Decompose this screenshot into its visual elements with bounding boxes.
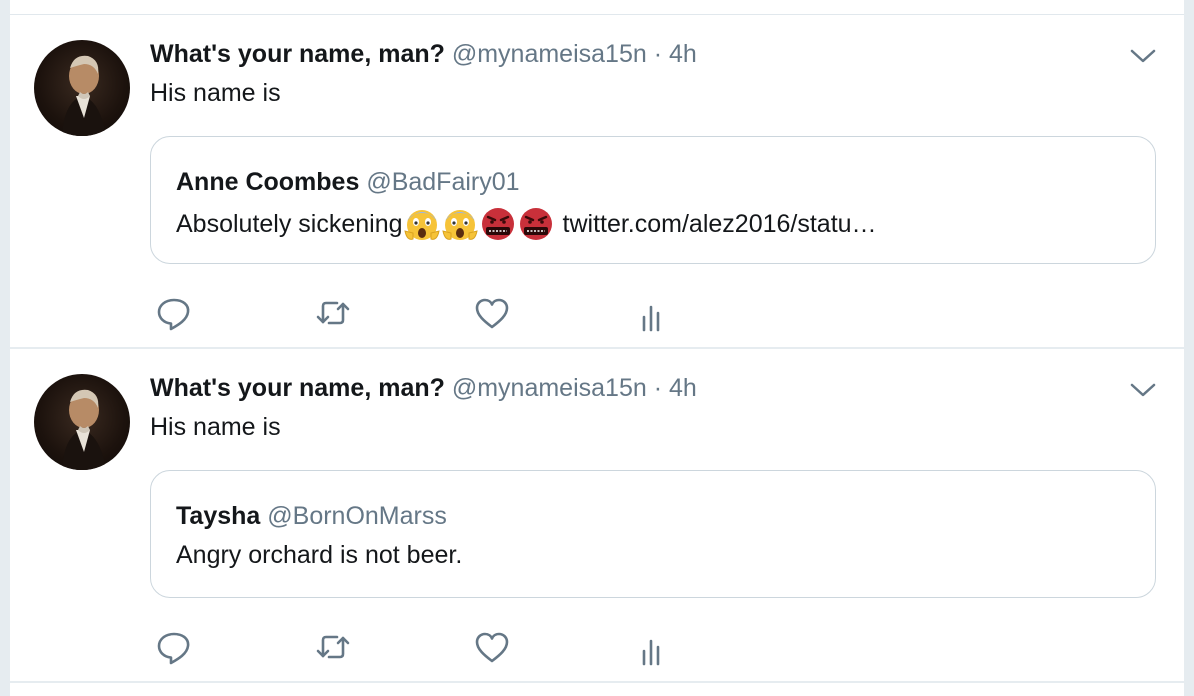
tweet-text: His name is bbox=[150, 79, 281, 107]
quoted-tweet[interactable]: Anne Coombes @BadFairy01 Absolutely sick… bbox=[150, 136, 1156, 264]
tweet-actions bbox=[150, 627, 750, 667]
divider bbox=[10, 681, 1184, 683]
tweet-header: What's your name, man? @mynameisa15n · 4… bbox=[150, 39, 697, 69]
avatar[interactable] bbox=[34, 40, 130, 136]
analytics-icon[interactable] bbox=[631, 627, 671, 667]
reply-icon[interactable] bbox=[154, 293, 194, 333]
face-screaming-in-fear-icon bbox=[403, 205, 441, 243]
author-handle[interactable]: @mynameisa15n bbox=[452, 374, 647, 402]
chevron-down-icon[interactable] bbox=[1128, 379, 1158, 401]
avatar[interactable] bbox=[34, 374, 130, 470]
quoted-tweet-header: Anne Coombes @BadFairy01 bbox=[176, 166, 520, 198]
quoted-author-handle: @BadFairy01 bbox=[366, 168, 520, 196]
face-with-symbols-on-mouth-icon bbox=[517, 205, 555, 243]
quoted-author-name: Taysha bbox=[176, 502, 261, 530]
quoted-tweet-text: Angry orchard is not beer. bbox=[176, 539, 462, 571]
separator: · bbox=[653, 374, 663, 402]
author-handle[interactable]: @mynameisa15n bbox=[452, 40, 647, 68]
quoted-link[interactable]: twitter.com/alez2016/statu… bbox=[563, 208, 877, 240]
retweet-icon[interactable] bbox=[313, 627, 353, 667]
tweet-actions bbox=[150, 293, 750, 333]
quoted-tweet[interactable]: Taysha @BornOnMarss Angry orchard is not… bbox=[150, 470, 1156, 598]
analytics-icon[interactable] bbox=[631, 293, 671, 333]
heart-icon[interactable] bbox=[472, 293, 512, 333]
quoted-tweet-text: Absolutely sickening twitter.com/alez201… bbox=[176, 205, 877, 243]
separator: · bbox=[653, 40, 663, 68]
face-screaming-in-fear-icon bbox=[441, 205, 479, 243]
face-with-symbols-on-mouth-icon bbox=[479, 205, 517, 243]
retweet-icon[interactable] bbox=[313, 293, 353, 333]
tweet[interactable]: What's your name, man? @mynameisa15n · 4… bbox=[10, 15, 1184, 349]
timestamp[interactable]: 4h bbox=[669, 374, 697, 402]
author-name[interactable]: What's your name, man? bbox=[150, 374, 445, 402]
quoted-author-name: Anne Coombes bbox=[176, 168, 360, 196]
tweet[interactable]: What's your name, man? @mynameisa15n · 4… bbox=[10, 349, 1184, 683]
quoted-tweet-header: Taysha @BornOnMarss bbox=[176, 500, 447, 532]
author-name[interactable]: What's your name, man? bbox=[150, 40, 445, 68]
quoted-text: Absolutely sickening bbox=[176, 210, 403, 238]
quoted-author-handle: @BornOnMarss bbox=[267, 502, 447, 530]
timeline: What's your name, man? @mynameisa15n · 4… bbox=[10, 0, 1184, 696]
timestamp[interactable]: 4h bbox=[669, 40, 697, 68]
tweet-header: What's your name, man? @mynameisa15n · 4… bbox=[150, 373, 697, 403]
chevron-down-icon[interactable] bbox=[1128, 45, 1158, 67]
heart-icon[interactable] bbox=[472, 627, 512, 667]
reply-icon[interactable] bbox=[154, 627, 194, 667]
tweet-text: His name is bbox=[150, 413, 281, 441]
quoted-text: Angry orchard is not beer. bbox=[176, 541, 463, 569]
